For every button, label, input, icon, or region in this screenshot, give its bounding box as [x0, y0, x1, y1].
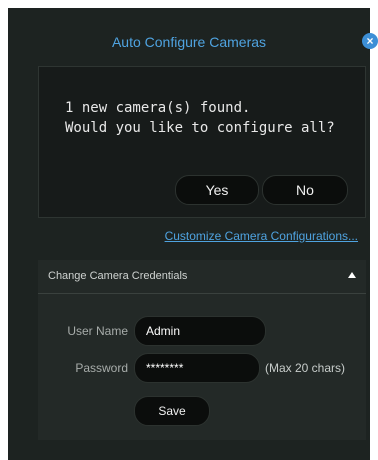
username-label: User Name — [67, 324, 128, 338]
message-line-found: 1 new camera(s) found. — [65, 100, 251, 116]
customize-camera-configurations-link[interactable]: Customize Camera Configurations... — [165, 229, 358, 243]
save-button[interactable]: Save — [134, 396, 210, 426]
close-icon[interactable]: × — [362, 33, 378, 49]
yes-button[interactable]: Yes — [175, 175, 259, 205]
username-field[interactable]: Admin — [134, 316, 266, 346]
password-length-note: (Max 20 chars) — [265, 361, 346, 375]
dialog-title: Auto Configure Cameras — [111, 34, 267, 50]
message-line-question: Would you like to configure all? — [65, 120, 335, 136]
credentials-header[interactable]: Change Camera Credentials — [38, 260, 366, 294]
password-field[interactable]: ******** — [134, 353, 260, 383]
message-panel: 1 new camera(s) found. Would you like to… — [38, 66, 366, 218]
credentials-title: Change Camera Credentials — [48, 270, 188, 282]
no-button[interactable]: No — [262, 175, 348, 205]
chevron-up-icon[interactable] — [348, 272, 356, 278]
auto-configure-dialog: Auto Configure Cameras × 1 new camera(s)… — [8, 8, 378, 460]
change-credentials-panel: Change Camera Credentials User Name Admi… — [38, 260, 366, 440]
password-label: Password — [75, 361, 128, 375]
